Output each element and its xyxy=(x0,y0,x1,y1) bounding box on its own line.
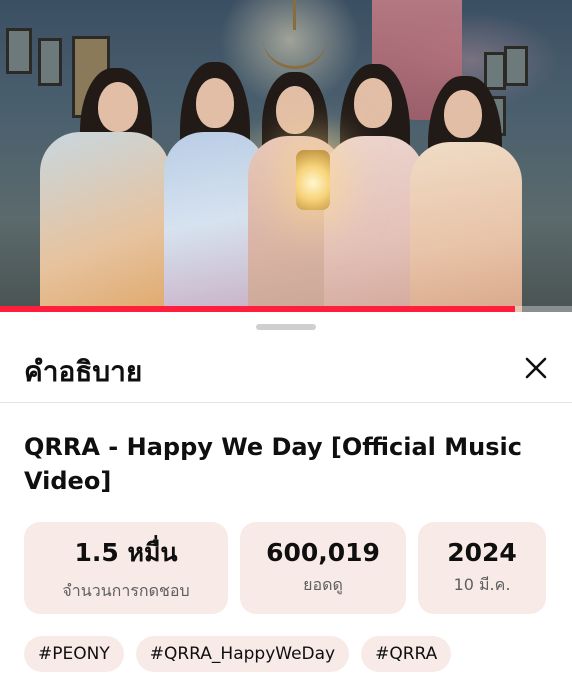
stat-value: 1.5 หมื่น xyxy=(74,537,178,567)
video-player[interactable] xyxy=(0,0,572,312)
divider xyxy=(0,402,572,403)
lantern xyxy=(296,150,330,210)
video-title: QRRA - Happy We Day [Official Music Vide… xyxy=(24,433,522,495)
stat-label: 10 มี.ค. xyxy=(453,575,511,594)
person-figure xyxy=(40,62,170,312)
stat-likes: 1.5 หมื่น จำนวนการกดชอบ xyxy=(24,522,228,614)
stat-date: 2024 10 มี.ค. xyxy=(418,522,546,614)
close-icon xyxy=(525,357,547,379)
drag-handle[interactable] xyxy=(256,324,316,330)
wall-picture-frame xyxy=(6,28,32,74)
stat-label: ยอดดู xyxy=(303,575,343,594)
hashtag-row: #PEONY #QRRA_HappyWeDay #QRRA xyxy=(24,636,452,672)
app-frame: คำอธิบาย QRRA - Happy We Day [Official M… xyxy=(0,0,572,680)
stat-value: 600,019 xyxy=(266,538,380,567)
stat-label: จำนวนการกดชอบ xyxy=(62,580,190,600)
person-figure xyxy=(406,76,526,312)
close-button[interactable] xyxy=(518,350,554,386)
stats-row: 1.5 หมื่น จำนวนการกดชอบ 600,019 ยอดดู 20… xyxy=(24,522,546,614)
hashtag-chip[interactable]: #PEONY xyxy=(24,636,124,672)
hashtag-chip[interactable]: #QRRA_HappyWeDay xyxy=(135,636,350,672)
hashtag-chip[interactable]: #QRRA xyxy=(361,636,452,672)
stat-value: 2024 xyxy=(447,538,517,567)
description-sheet: คำอธิบาย QRRA - Happy We Day [Official M… xyxy=(0,312,572,680)
stat-views: 600,019 ยอดดู xyxy=(240,522,406,614)
sheet-title: คำอธิบาย xyxy=(24,355,143,388)
